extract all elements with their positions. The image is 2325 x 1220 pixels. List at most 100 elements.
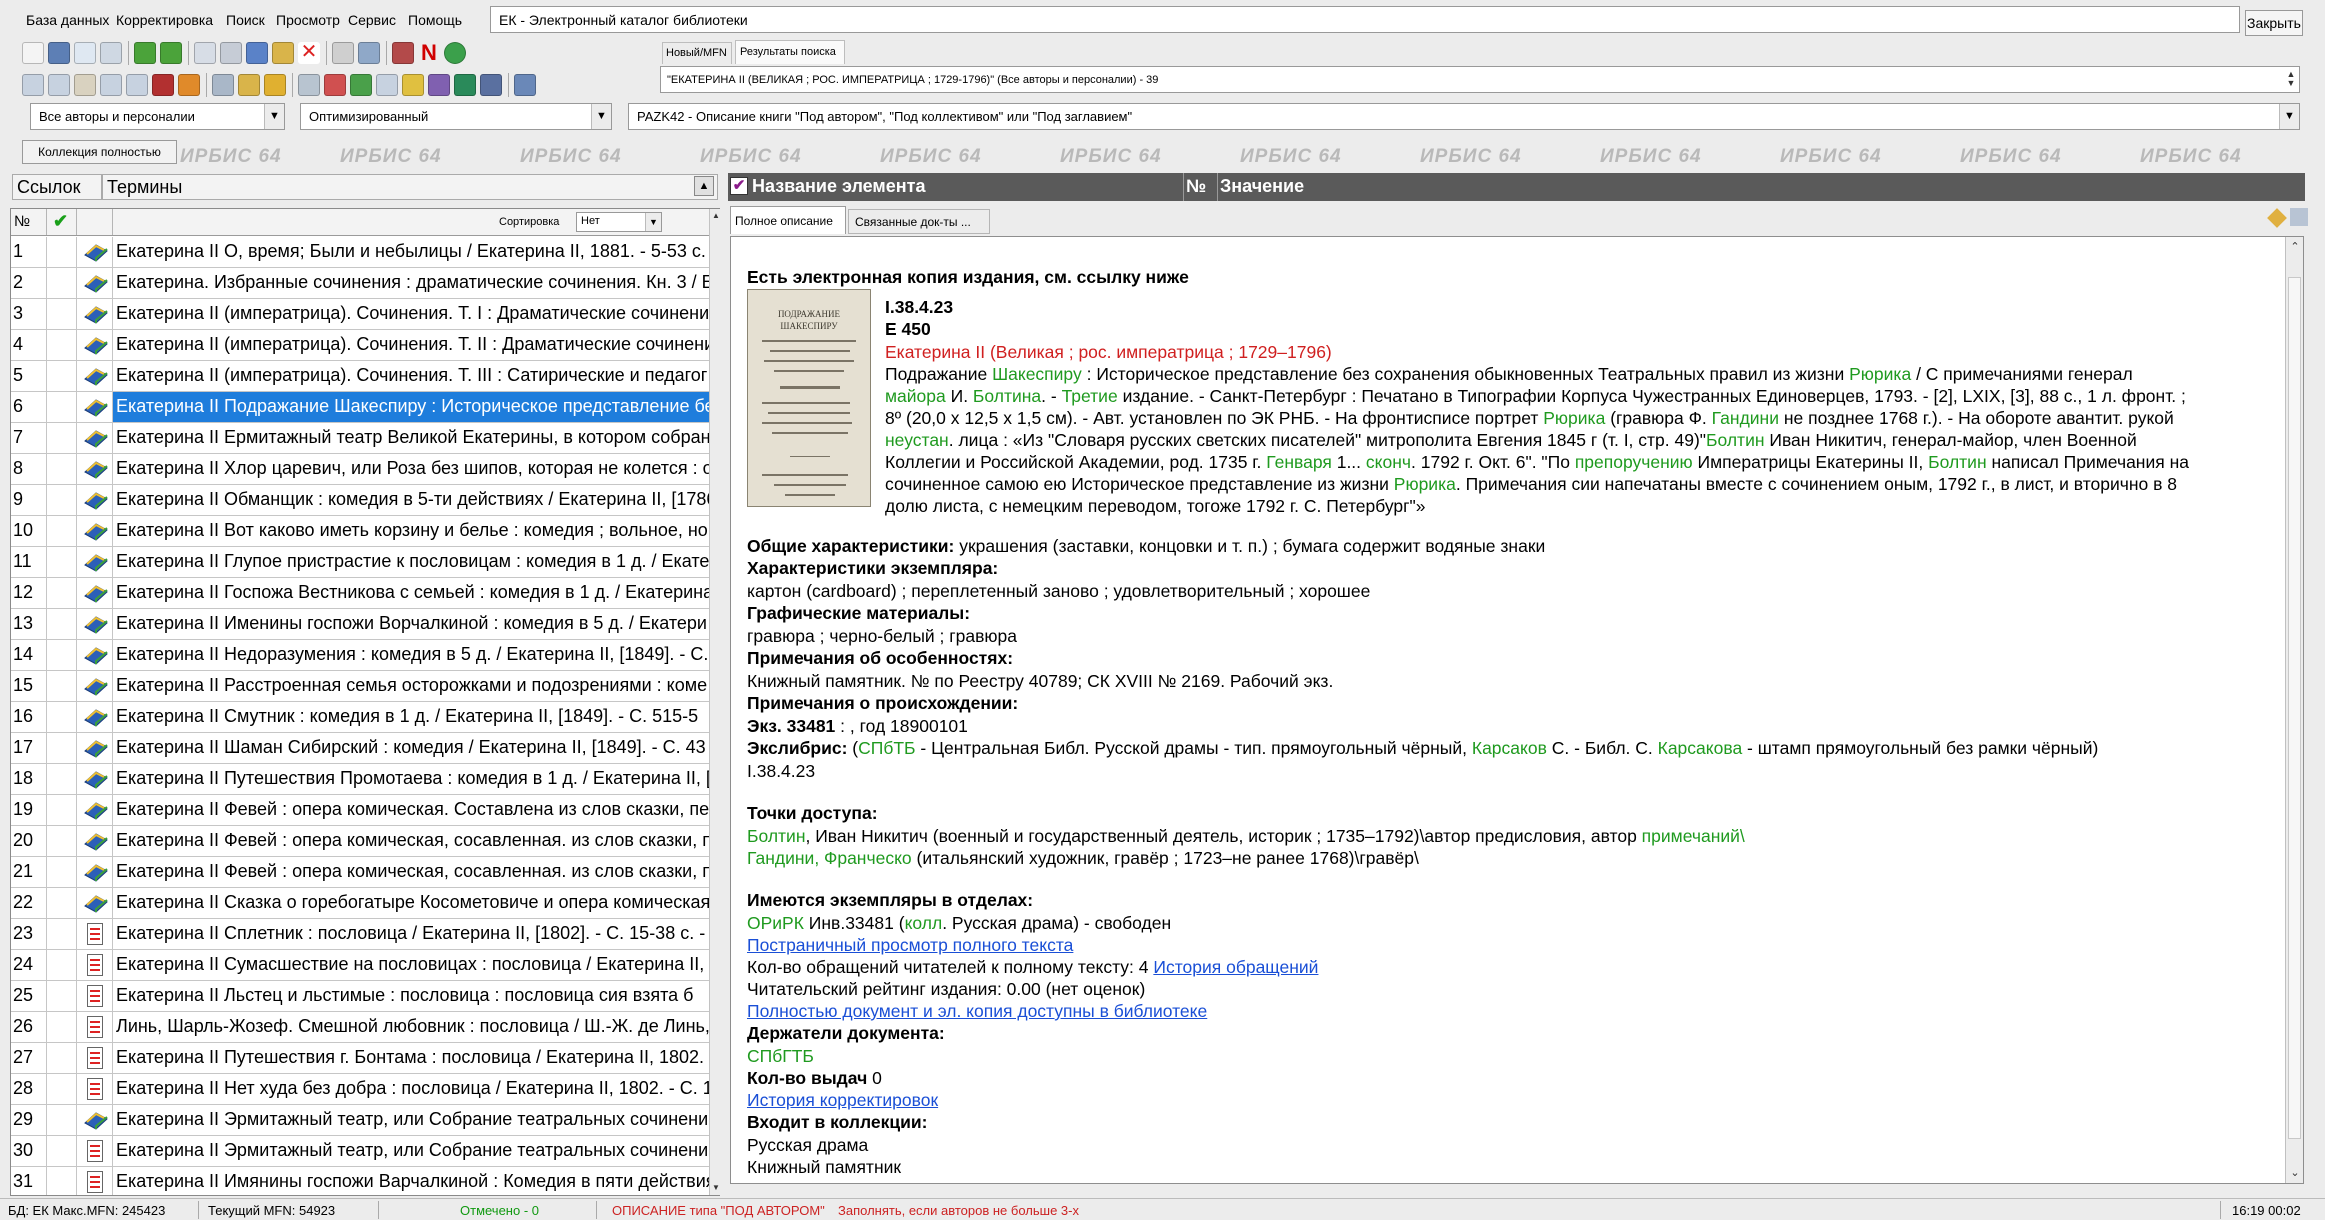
table-row[interactable]: 11 Екатерина II Глупое пристрастие к посл…	[11, 547, 709, 578]
column-header-links[interactable]: Ссылок	[12, 174, 102, 200]
search-mode-combo[interactable]: Оптимизированный ▼	[300, 103, 612, 130]
collection-full-button[interactable]: Коллекция полностью	[22, 140, 177, 164]
forward-arrow-icon[interactable]	[160, 42, 182, 64]
table-row[interactable]: 15 Екатерина II Расстроенная семья осторо…	[11, 671, 709, 702]
term-link[interactable]: Болтина	[973, 386, 1041, 406]
row-checkbox[interactable]	[47, 764, 77, 794]
table-row[interactable]: 9 Екатерина II Обманщик : комедия в 5-ти …	[11, 485, 709, 516]
doc-list-icon[interactable]	[22, 74, 44, 96]
row-checkbox[interactable]	[47, 671, 77, 701]
table-row[interactable]: 24 Екатерина II Сумасшествие на пословица…	[11, 950, 709, 981]
row-checkbox[interactable]	[47, 981, 77, 1011]
pdf-icon[interactable]	[324, 74, 346, 96]
search-query-field[interactable]: "ЕКАТЕРИНА II (ВЕЛИКАЯ ; РОС. ИМПЕРАТРИЦ…	[660, 66, 2300, 93]
term-link[interactable]: Рюрика	[1849, 364, 1911, 384]
delete-x-icon[interactable]: ✕	[298, 42, 320, 64]
term-link[interactable]: СПбТБ	[858, 738, 915, 758]
term-link[interactable]: Карсакова	[1658, 738, 1743, 758]
author-heading[interactable]: Екатерина II (Великая ; рос. императрица…	[885, 342, 1332, 363]
book-cover-thumbnail[interactable]: ПОДРАЖАНИЕ ШАКЕСПИРУ	[747, 289, 871, 507]
row-checkbox[interactable]	[47, 795, 77, 825]
chevron-down-icon[interactable]: ▼	[264, 104, 284, 129]
row-checkbox[interactable]	[47, 609, 77, 639]
table-row[interactable]: 25 Екатерина II Льстец и льстимые : посло…	[11, 981, 709, 1012]
page-view-link[interactable]: Постраничный просмотр полного текста	[747, 935, 1073, 956]
excel-icon[interactable]	[454, 74, 476, 96]
holder-name[interactable]: СПбГТБ	[747, 1046, 814, 1067]
back-arrow-icon[interactable]	[134, 42, 156, 64]
table-row[interactable]: 22 Екатерина II Сказка о горебогатыре Кос…	[11, 888, 709, 919]
table-row[interactable]: 30 Екатерина II Эрмитажный театр, или Соб…	[11, 1136, 709, 1167]
row-checkbox[interactable]	[47, 950, 77, 980]
save-icon[interactable]	[48, 42, 70, 64]
sort-combo[interactable]: Нет ▼	[576, 212, 662, 232]
table-row[interactable]: 8 Екатерина II Хлор царевич, или Роза без…	[11, 454, 709, 485]
row-checkbox[interactable]	[47, 826, 77, 856]
table-row[interactable]: 13 Екатерина II Именины госпожи Ворчалкин…	[11, 609, 709, 640]
list-icon[interactable]	[194, 42, 216, 64]
row-checkbox[interactable]	[47, 919, 77, 949]
check-all-icon[interactable]: ✔	[47, 209, 77, 235]
printer-icon[interactable]	[298, 74, 320, 96]
scroll-down-icon[interactable]: ⌄	[2286, 1163, 2304, 1183]
table-row[interactable]: 21 Екатерина II Февей : опера комическая,…	[11, 857, 709, 888]
doc-settings-icon[interactable]	[2290, 208, 2308, 226]
row-checkbox[interactable]	[47, 1043, 77, 1073]
table-row[interactable]: 17 Екатерина II Шаман Сибирский : комедия…	[11, 733, 709, 764]
folder-icon[interactable]	[264, 74, 286, 96]
table-icon[interactable]	[332, 42, 354, 64]
term-link[interactable]: колл	[905, 913, 943, 933]
term-link[interactable]: Гандини	[1712, 408, 1779, 428]
scroll-down-icon[interactable]: ▼	[710, 1181, 722, 1195]
table-row[interactable]: 14 Екатерина II Недоразумения : комедия в…	[11, 640, 709, 671]
close-button[interactable]: Закрыть	[2245, 10, 2303, 36]
table-row[interactable]: 16 Екатерина II Смутник : комедия в 1 д. …	[11, 702, 709, 733]
table-row[interactable]: 18 Екатерина II Путешествия Промотаева : …	[11, 764, 709, 795]
table-row[interactable]: 6 Екатерина II Подражание Шакеспиру : Ист…	[11, 392, 709, 423]
row-checkbox[interactable]	[47, 516, 77, 546]
doc-move-icon[interactable]	[126, 74, 148, 96]
column-header-element-name[interactable]: Название элемента	[752, 176, 925, 197]
column-header-element-number[interactable]: №	[1186, 176, 1206, 197]
term-link[interactable]: Карсаков	[1472, 738, 1547, 758]
edit-pencil-icon[interactable]	[272, 42, 294, 64]
access-point-2[interactable]: Гандини, Франческо (итальянский художник…	[747, 848, 1419, 869]
image-icon[interactable]	[428, 74, 450, 96]
department-copy[interactable]: ОРиРК Инв.33481 (колл. Русская драма) - …	[747, 913, 1171, 934]
row-checkbox[interactable]	[47, 1105, 77, 1135]
tab-linked-documents[interactable]: Связанные док-ты ...	[848, 209, 990, 234]
menu-view[interactable]: Просмотр	[276, 12, 340, 28]
print-preview-icon[interactable]	[74, 74, 96, 96]
tag-icon[interactable]	[2267, 208, 2287, 228]
row-checkbox[interactable]	[47, 857, 77, 887]
row-checkbox[interactable]	[47, 1167, 77, 1195]
scroll-up-icon[interactable]: ⌃	[2286, 237, 2304, 257]
row-checkbox[interactable]	[47, 547, 77, 577]
worksheet-combo[interactable]: PAZK42 - Описание книги "Под автором", "…	[628, 103, 2300, 130]
term-link[interactable]: Рюрика	[1394, 474, 1456, 494]
column-header-value[interactable]: Значение	[1220, 176, 1304, 197]
book-shelf-icon[interactable]	[392, 42, 414, 64]
export-icon[interactable]	[358, 42, 380, 64]
authors-combo[interactable]: Все авторы и персоналии ▼	[30, 103, 285, 130]
row-checkbox[interactable]	[47, 330, 77, 360]
term-link[interactable]: Генваря	[1266, 452, 1332, 472]
doc-filter-icon[interactable]	[48, 74, 70, 96]
table-row[interactable]: 12 Екатерина II Госпожа Вестникова с семь…	[11, 578, 709, 609]
term-link[interactable]: Болтин	[747, 826, 806, 846]
term-link[interactable]: сконч	[1366, 452, 1411, 472]
row-checkbox[interactable]	[47, 237, 77, 267]
tree-icon[interactable]	[246, 42, 268, 64]
row-checkbox[interactable]	[47, 733, 77, 763]
table-row[interactable]: 3 Екатерина II (императрица). Сочинения. …	[11, 299, 709, 330]
column-header-type[interactable]	[77, 209, 113, 235]
star-icon[interactable]	[402, 74, 424, 96]
grid-icon[interactable]	[220, 42, 242, 64]
row-checkbox[interactable]	[47, 423, 77, 453]
row-checkbox[interactable]	[47, 1136, 77, 1166]
table-row[interactable]: 1 Екатерина II О, время; Были и небылицы …	[11, 237, 709, 268]
term-link[interactable]: Гандини, Франческо	[747, 848, 912, 868]
chevron-down-icon[interactable]: ▼	[645, 213, 661, 231]
row-checkbox[interactable]	[47, 640, 77, 670]
query-spinner-icon[interactable]: ▲ ▼	[2285, 70, 2297, 89]
